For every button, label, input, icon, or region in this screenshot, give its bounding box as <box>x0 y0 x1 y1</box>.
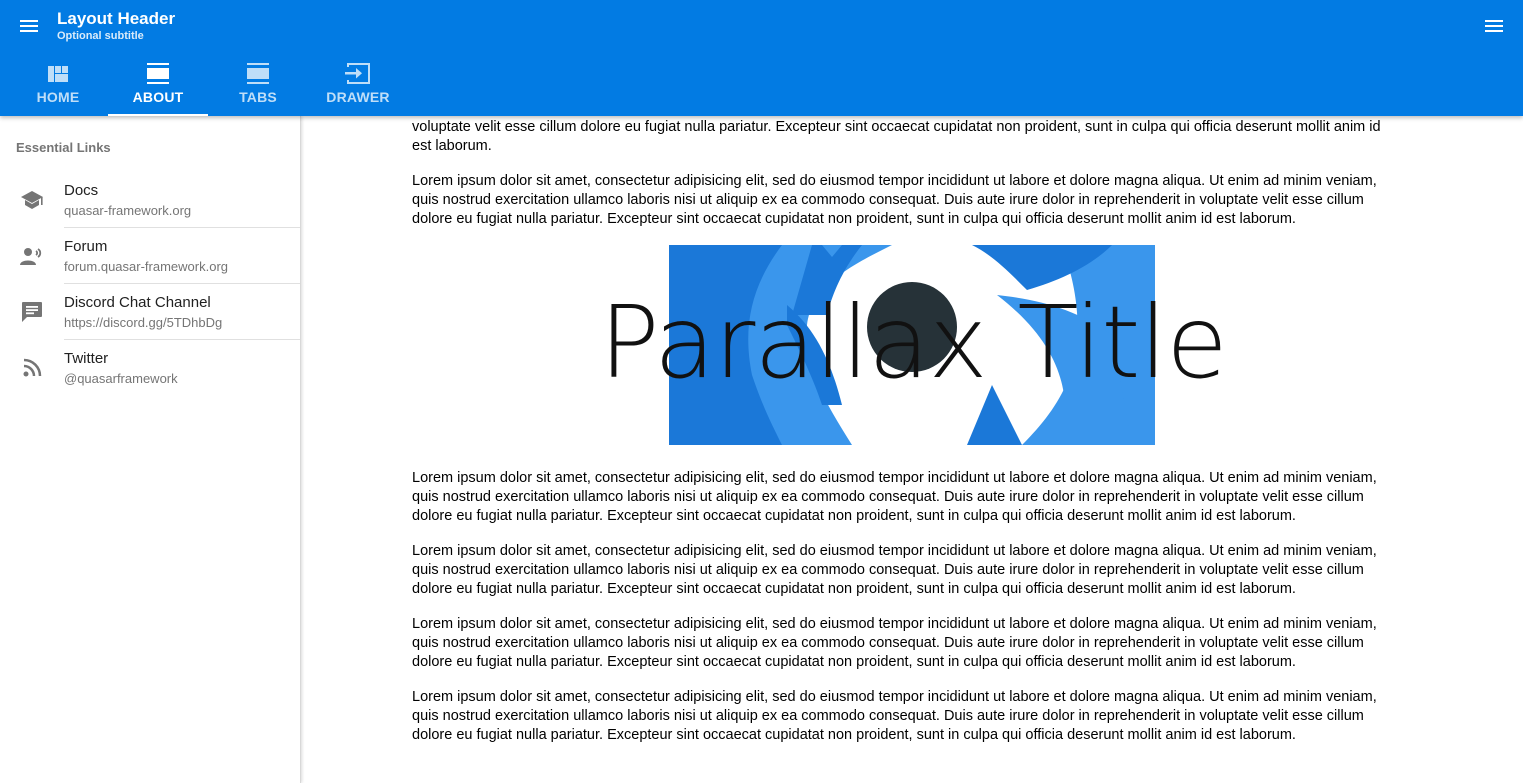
tab-about[interactable]: ABOUT <box>108 55 208 116</box>
link-discord-subtitle: https://discord.gg/5TDhbDg <box>64 314 223 330</box>
tab-drawer-label: DRAWER <box>326 89 390 105</box>
rss-feed-icon <box>0 358 64 378</box>
chat-icon <box>0 301 64 323</box>
paragraph: Lorem ipsum dolor sit amet, consectetur … <box>412 173 1377 227</box>
paragraph: Lorem ipsum dolor sit amet, consectetur … <box>412 543 1377 597</box>
paragraph: Lorem ipsum dolor sit amet, consectetur … <box>412 689 1377 743</box>
page-subtitle: Optional subtitle <box>57 30 144 42</box>
link-docs[interactable]: Docs quasar-framework.org <box>0 172 300 228</box>
tab-bar: HOME ABOUT TABS DRAWER <box>8 55 408 116</box>
tab-home-label: HOME <box>36 89 80 105</box>
parallax-title: Parallax Title <box>599 284 1228 401</box>
page-content[interactable]: voluptate velit esse cillum dolore eu fu… <box>302 116 1523 783</box>
left-drawer: Essential Links Docs quasar-framework.or… <box>0 116 301 783</box>
link-forum-subtitle: forum.quasar-framework.org <box>64 258 228 274</box>
link-twitter-subtitle: @quasarframework <box>64 370 178 386</box>
view-day-icon <box>246 63 270 85</box>
tab-drawer[interactable]: DRAWER <box>308 55 408 116</box>
view-quilt-icon <box>47 63 69 85</box>
content-column: voluptate velit esse cillum dolore eu fu… <box>412 116 1392 761</box>
link-discord[interactable]: Discord Chat Channel https://discord.gg/… <box>0 284 300 340</box>
right-menu-icon[interactable] <box>1483 15 1505 37</box>
header-title-block: Layout Header Optional subtitle <box>57 9 175 44</box>
tab-tabs-label: TABS <box>239 89 277 105</box>
menu-icon[interactable] <box>18 15 40 37</box>
paragraph: Lorem ipsum dolor sit amet, consectetur … <box>412 616 1377 670</box>
record-voice-icon <box>0 246 64 266</box>
school-icon <box>0 190 64 210</box>
drawer-heading: Essential Links <box>16 140 111 155</box>
link-discord-title: Discord Chat Channel <box>64 293 211 311</box>
paragraph: voluptate velit esse cillum dolore eu fu… <box>412 119 1381 154</box>
view-day-icon <box>146 63 170 85</box>
link-twitter-title: Twitter <box>64 349 109 367</box>
tab-tabs[interactable]: TABS <box>208 55 308 116</box>
link-forum[interactable]: Forum forum.quasar-framework.org <box>0 228 300 284</box>
page-title: Layout Header <box>57 9 176 28</box>
link-forum-title: Forum <box>64 237 108 255</box>
paragraph: Lorem ipsum dolor sit amet, consectetur … <box>412 470 1377 524</box>
tab-about-label: ABOUT <box>132 89 184 105</box>
parallax-banner: Parallax Title <box>412 245 1392 445</box>
input-icon <box>345 63 371 85</box>
link-twitter[interactable]: Twitter @quasarframework <box>0 340 300 396</box>
link-docs-subtitle: quasar-framework.org <box>64 202 192 218</box>
tab-home[interactable]: HOME <box>8 55 108 116</box>
link-docs-title: Docs <box>64 181 99 199</box>
layout-header: Layout Header Optional subtitle HOME ABO… <box>0 0 1523 116</box>
